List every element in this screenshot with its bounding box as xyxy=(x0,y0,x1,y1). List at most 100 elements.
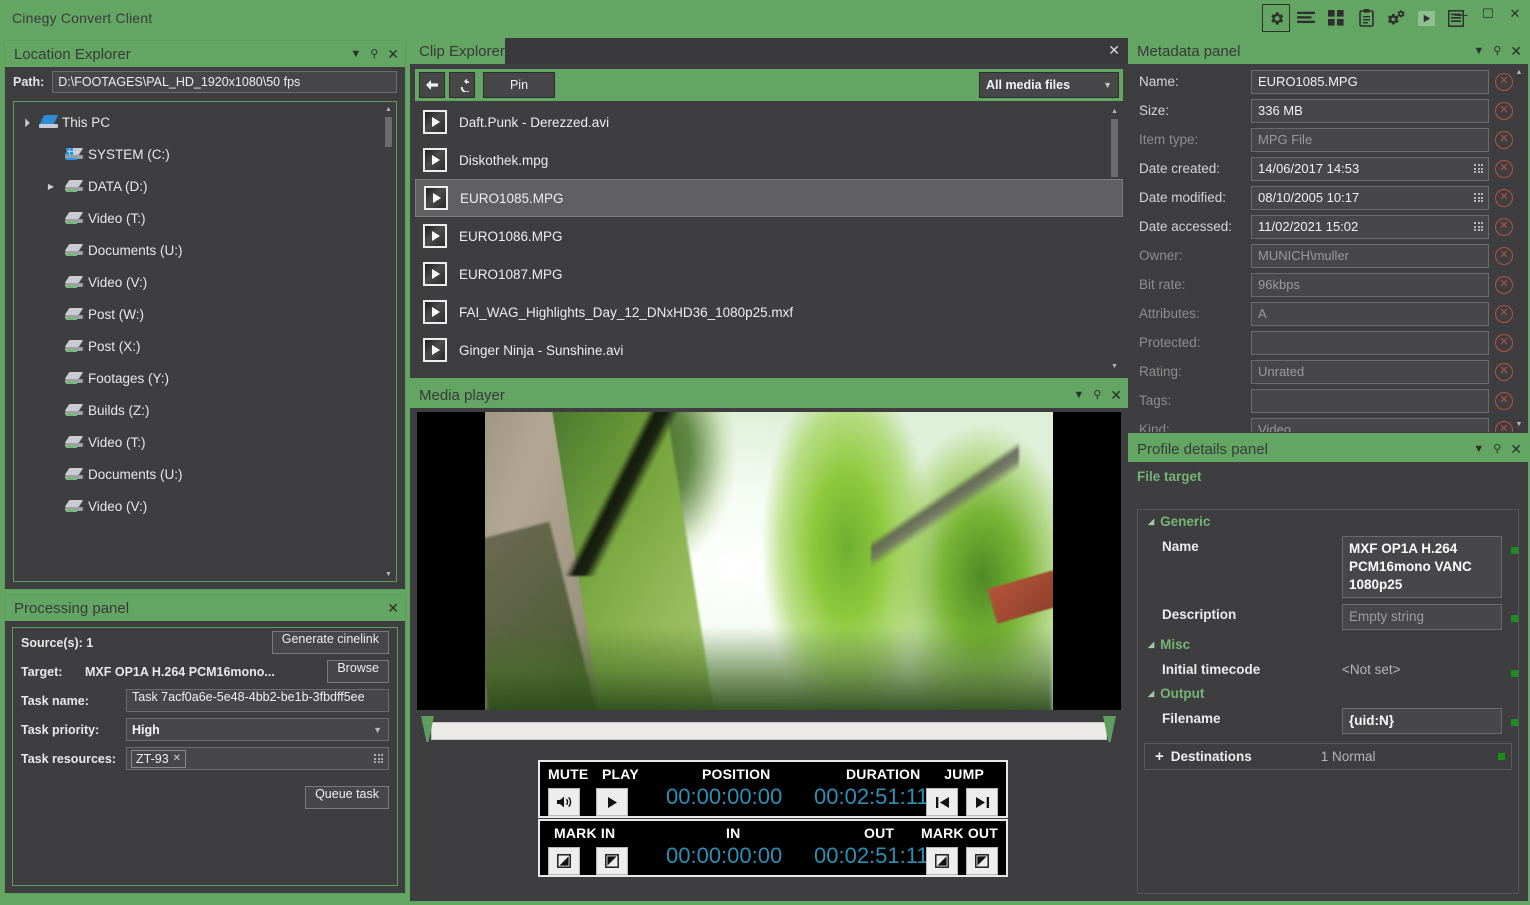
mark-out-handle[interactable] xyxy=(1103,716,1117,746)
clip-list-scrollbar[interactable]: ▲ ▼ xyxy=(1108,105,1121,372)
chevron-down-icon[interactable]: ▼ xyxy=(1473,45,1484,57)
browse-button[interactable]: Browse xyxy=(327,660,389,683)
close-icon[interactable]: ✕ xyxy=(1110,388,1122,402)
tree-node[interactable]: ◢ This PC xyxy=(14,106,382,138)
clip-list-item[interactable]: Daft.Punk - Derezzed.avi xyxy=(415,103,1123,141)
metadata-value-field[interactable] xyxy=(1251,330,1489,355)
tree-node[interactable]: Footages (Y:) xyxy=(14,362,382,394)
mark-in-handle[interactable] xyxy=(421,716,435,746)
clear-circle-icon[interactable]: ✕ xyxy=(1495,217,1513,236)
close-icon[interactable]: ✕ xyxy=(387,601,399,615)
close-icon[interactable]: ✕ xyxy=(1108,42,1120,59)
clear-circle-icon[interactable]: ✕ xyxy=(1495,188,1513,207)
tree-node[interactable]: Video (T:) xyxy=(14,202,382,234)
tree-node[interactable]: ▶ DATA (D:) xyxy=(14,170,382,202)
mute-button[interactable] xyxy=(548,788,580,816)
metadata-value-field[interactable]: 336 MB xyxy=(1251,98,1489,123)
tree-node[interactable]: Video (V:) xyxy=(14,266,382,298)
close-button[interactable]: ✕ xyxy=(1508,4,1522,24)
metadata-value-field[interactable]: 11/02/2021 15:02 xyxy=(1251,214,1489,239)
scroll-down-icon[interactable]: ▼ xyxy=(1108,360,1121,372)
clear-circle-icon[interactable]: ✕ xyxy=(1495,275,1513,294)
generate-cinelink-button[interactable]: Generate cinelink xyxy=(271,631,389,654)
destinations-row[interactable]: + Destinations 1 Normal xyxy=(1144,743,1512,770)
chevron-down-icon[interactable]: ▼ xyxy=(1073,389,1084,401)
task-name-input[interactable]: Task 7acf0a6e-5e48-4bb2-be1b-3fbdff5ee xyxy=(126,689,389,712)
tree-node[interactable]: Post (X:) xyxy=(14,330,382,362)
metadata-value-field[interactable]: 08/10/2005 10:17 xyxy=(1251,185,1489,210)
metadata-value-field[interactable]: 14/06/2017 14:53 xyxy=(1251,156,1489,181)
chevron-down-icon[interactable]: ▼ xyxy=(1473,443,1484,455)
clip-list-item[interactable]: Ginger Ninja - Sunshine.avi xyxy=(415,331,1123,369)
close-icon[interactable]: ✕ xyxy=(1510,442,1522,456)
scroll-up-icon[interactable]: ▲ xyxy=(1108,105,1121,117)
gears-icon[interactable] xyxy=(1382,4,1410,32)
metadata-value-field[interactable]: MUNICH\muller xyxy=(1251,243,1489,268)
task-resources-field[interactable]: ZT-93 ✕ xyxy=(126,747,389,770)
clip-list-item[interactable]: EURO1086.MPG xyxy=(415,217,1123,255)
clip-list-item[interactable]: FAI_WAG_Highlights_Day_12_DNxHD36_1080p2… xyxy=(415,293,1123,331)
metadata-value-field[interactable]: Video xyxy=(1251,417,1489,432)
grid-icon[interactable] xyxy=(1322,4,1350,32)
scrubber-track[interactable] xyxy=(431,722,1107,740)
clear-circle-icon[interactable]: ✕ xyxy=(1495,72,1513,91)
tree-node[interactable]: Documents (U:) xyxy=(14,458,382,490)
jump-to-start-button[interactable] xyxy=(926,788,958,816)
metadata-value-field[interactable]: 96kbps xyxy=(1251,272,1489,297)
metadata-value-field[interactable]: Unrated xyxy=(1251,359,1489,384)
mark-out-button[interactable] xyxy=(966,847,998,875)
queue-task-button[interactable]: Queue task xyxy=(305,786,389,809)
gear-icon[interactable] xyxy=(1262,4,1290,32)
arrow-left-icon[interactable] xyxy=(419,72,445,98)
folder-tree[interactable]: ◢ This PC SYSTEM (C:) ▶ DATA (D:) Video (T:) D… xyxy=(13,101,397,582)
profile-detail-value[interactable]: MXF OP1A H.264 PCM16mono VANC 1080p25 xyxy=(1342,536,1502,598)
task-priority-select[interactable]: High ▼ xyxy=(126,718,389,741)
remove-tag-icon[interactable]: ✕ xyxy=(173,753,181,764)
clear-circle-icon[interactable]: ✕ xyxy=(1495,101,1513,120)
metadata-value-field[interactable]: MPG File xyxy=(1251,127,1489,152)
profile-group-header[interactable]: ◢ Output xyxy=(1138,682,1518,705)
plus-icon[interactable]: + xyxy=(1155,748,1164,765)
profile-detail-value[interactable]: Empty string xyxy=(1342,604,1502,630)
media-filter-select[interactable]: All media files ▼ xyxy=(979,72,1119,98)
close-icon[interactable]: ✕ xyxy=(1510,44,1522,58)
profile-group-header[interactable]: ◢ Misc xyxy=(1138,633,1518,656)
clipboard-icon[interactable] xyxy=(1352,4,1380,32)
play-icon[interactable] xyxy=(1412,4,1440,32)
pin-button[interactable]: Pin xyxy=(483,72,555,98)
clear-circle-icon[interactable]: ✕ xyxy=(1495,420,1513,432)
resource-tag[interactable]: ZT-93 ✕ xyxy=(131,749,187,768)
clear-circle-icon[interactable]: ✕ xyxy=(1495,159,1513,178)
close-icon[interactable]: ✕ xyxy=(387,47,399,61)
metadata-value-field[interactable]: EURO1085.MPG xyxy=(1251,69,1489,94)
clear-circle-icon[interactable]: ✕ xyxy=(1495,246,1513,265)
play-button[interactable] xyxy=(596,788,628,816)
scroll-up-icon[interactable]: ▲ xyxy=(382,103,395,115)
metadata-scrollbar[interactable]: ▲ ▼ xyxy=(1513,67,1525,430)
grid-dots-icon[interactable] xyxy=(1474,222,1483,231)
video-canvas[interactable] xyxy=(417,412,1121,710)
jump-to-end-button[interactable] xyxy=(966,788,998,816)
minimize-button[interactable]: — xyxy=(1454,4,1468,24)
goto-out-button[interactable] xyxy=(926,847,958,875)
clip-list[interactable]: Daft.Punk - Derezzed.avi Diskothek.mpg EUR… xyxy=(415,103,1123,374)
metadata-value-field[interactable] xyxy=(1251,388,1489,413)
tree-node[interactable]: Documents (U:) xyxy=(14,234,382,266)
pin-icon[interactable]: ⚲ xyxy=(370,48,378,60)
tree-node[interactable]: SYSTEM (C:) xyxy=(14,138,382,170)
grid-dots-icon[interactable] xyxy=(1474,193,1483,202)
mark-in-button[interactable] xyxy=(548,847,580,875)
pin-icon[interactable]: ⚲ xyxy=(1493,45,1501,57)
profile-detail-value[interactable]: {uid:N} xyxy=(1342,708,1502,734)
grid-dots-icon[interactable] xyxy=(1474,164,1483,173)
metadata-value-field[interactable]: A xyxy=(1251,301,1489,326)
pin-icon[interactable]: ⚲ xyxy=(1493,443,1501,455)
pin-icon[interactable]: ⚲ xyxy=(1093,389,1101,401)
clear-circle-icon[interactable]: ✕ xyxy=(1495,333,1513,352)
clear-circle-icon[interactable]: ✕ xyxy=(1495,130,1513,149)
goto-in-button[interactable] xyxy=(596,847,628,875)
scroll-down-icon[interactable]: ▼ xyxy=(382,568,395,580)
clear-circle-icon[interactable]: ✕ xyxy=(1495,391,1513,410)
scroll-up-icon[interactable]: ▲ xyxy=(1513,67,1525,78)
clear-circle-icon[interactable]: ✕ xyxy=(1495,304,1513,323)
